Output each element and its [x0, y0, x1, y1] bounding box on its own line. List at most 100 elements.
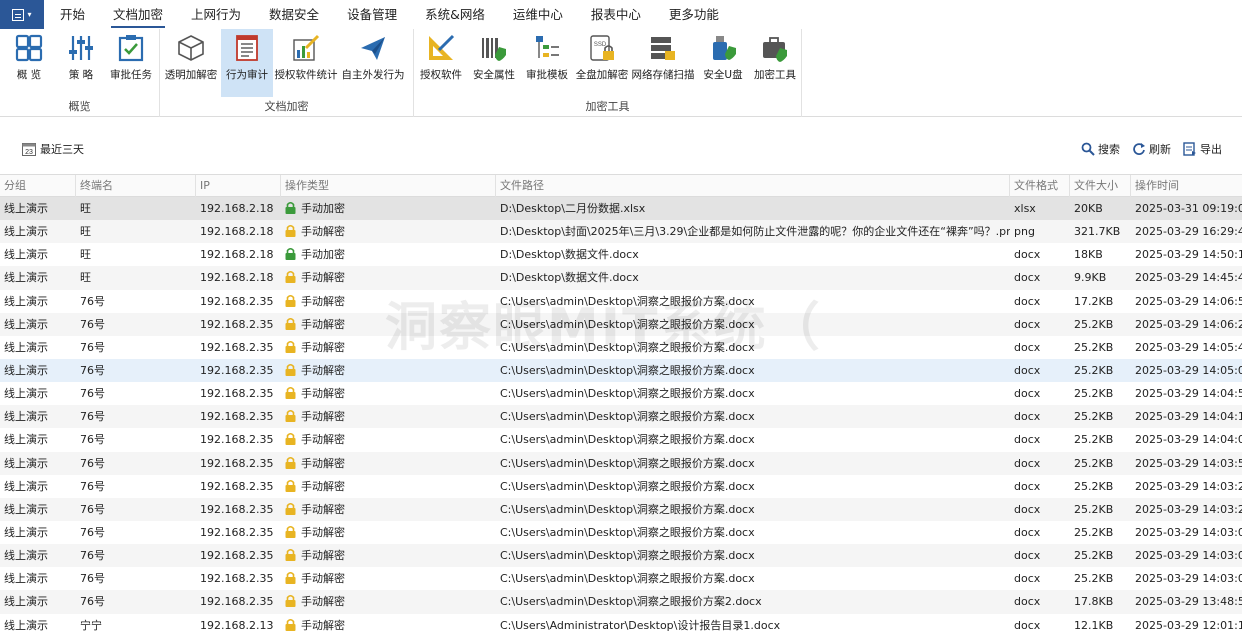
export-button[interactable]: 导出 [1183, 141, 1222, 157]
column-header[interactable]: 文件大小 [1070, 175, 1131, 197]
table-row[interactable]: 线上演示 旺 192.168.2.18 手动加密 D:\Desktop\二月份数据.xl… [0, 197, 1242, 221]
table-row[interactable]: 线上演示 旺 192.168.2.18 手动加密 D:\Desktop\数据文件.doc… [0, 243, 1242, 266]
operation-type: 手动解密 [301, 410, 345, 424]
table-row[interactable]: 线上演示 76号 192.168.2.35 手动解密 C:\Users\admin\De… [0, 336, 1242, 359]
search-button[interactable]: 搜索 [1081, 141, 1120, 157]
table-cell-terminal: 旺 [80, 225, 91, 239]
ribbon-button[interactable]: SSD 全盘加解密 [574, 29, 630, 97]
ribbon-button[interactable]: 安全U盘 [702, 29, 744, 97]
menu-item[interactable]: 文档加密 [99, 0, 177, 29]
table-row[interactable]: 线上演示 76号 192.168.2.35 手动解密 C:\Users\admin\De… [0, 544, 1242, 568]
table-row[interactable]: 线上演示 宁宁 192.168.2.13 手动解密 C:\Users\Administr… [0, 614, 1242, 637]
column-header[interactable]: 分组 [0, 175, 76, 197]
calendar-icon: 23 [22, 143, 36, 156]
table-cell-path: C:\Users\admin\Desktop\洞察之眼报价方案.docx [500, 456, 755, 470]
table-cell-terminal: 76号 [80, 387, 105, 401]
table-row[interactable]: 线上演示 76号 192.168.2.35 手动解密 C:\Users\admin\De… [0, 567, 1242, 590]
menu-item[interactable]: 系统&网络 [411, 0, 499, 29]
menu-item[interactable]: 运维中心 [499, 0, 577, 29]
ribbon-button[interactable]: 安全属性 [471, 29, 517, 97]
ribbon-button-label: 审批任务 [110, 69, 152, 81]
table-cell-op: 手动解密 [281, 590, 496, 613]
svg-text:23: 23 [25, 149, 33, 156]
ribbon-button[interactable]: 概 览 [12, 29, 46, 97]
table-cell-group: 线上演示 [4, 549, 48, 563]
column-header[interactable]: 操作类型 [281, 175, 496, 197]
table-cell-group: 线上演示 [4, 248, 48, 262]
ribbon-button[interactable]: 网络存储扫描 [631, 29, 695, 97]
column-header[interactable]: 终端名 [76, 175, 196, 197]
date-filter-label: 最近三天 [40, 143, 84, 156]
ribbon-button[interactable]: 授权软件 [419, 29, 463, 97]
table-cell-path: C:\Users\admin\Desktop\洞察之眼报价方案.docx [500, 479, 755, 493]
search-icon [1081, 142, 1095, 156]
menu-item[interactable]: 上网行为 [177, 0, 255, 29]
grid-icon [14, 33, 44, 63]
table-cell-time: 2025-03-29 14:03:09 [1135, 525, 1242, 539]
table-row[interactable]: 线上演示 76号 192.168.2.35 手动解密 C:\Users\admin\De… [0, 475, 1242, 498]
ribbon-button[interactable]: 授权软件统计 [274, 29, 338, 97]
operation-type: 手动解密 [301, 525, 345, 539]
column-header[interactable]: 操作时间 [1131, 175, 1242, 197]
table-cell-path: C:\Users\admin\Desktop\洞察之眼报价方案.docx [500, 502, 755, 516]
table-row[interactable]: 线上演示 旺 192.168.2.18 手动解密 D:\Desktop\封面\2025年… [0, 220, 1242, 244]
ribbon-button[interactable]: 加密工具 [752, 29, 798, 97]
table-row[interactable]: 线上演示 76号 192.168.2.35 手动解密 C:\Users\admin\De… [0, 521, 1242, 544]
table-cell-ip: 192.168.2.35 [200, 479, 274, 493]
ribbon-button-label: 网络存储扫描 [631, 69, 695, 81]
cube-icon [176, 33, 206, 63]
table-cell-path: C:\Users\admin\Desktop\洞察之眼报价方案.docx [500, 433, 755, 447]
menu-item[interactable]: 开始 [46, 0, 99, 29]
menu-item[interactable]: 报表中心 [577, 0, 655, 29]
table-row[interactable]: 线上演示 76号 192.168.2.35 手动解密 C:\Users\admin\De… [0, 451, 1242, 475]
date-filter-button[interactable]: 23 最近三天 [22, 141, 84, 157]
table-cell-path: D:\Desktop\二月份数据.xlsx [500, 202, 646, 215]
operation-type: 手动解密 [301, 549, 345, 563]
ribbon-button[interactable]: 审批模板 [524, 29, 570, 97]
table-cell-size: 17.2KB [1074, 294, 1114, 308]
ribbon-button[interactable]: 审批任务 [106, 29, 156, 97]
menu-item[interactable]: 更多功能 [655, 0, 733, 29]
ribbon-button[interactable]: 策 略 [64, 29, 98, 97]
table-row[interactable]: 线上演示 76号 192.168.2.35 手动解密 C:\Users\admin\De… [0, 382, 1242, 405]
table-row[interactable]: 线上演示 旺 192.168.2.18 手动解密 D:\Desktop\数据文件.doc… [0, 266, 1242, 290]
export-label: 导出 [1200, 143, 1222, 156]
table-cell-fmt: docx [1014, 363, 1041, 377]
app-menu-button[interactable]: ▾ [0, 0, 44, 29]
table-cell-size: 20KB [1074, 202, 1103, 215]
table-cell-time: 2025-03-29 13:48:56 [1135, 595, 1242, 609]
ribbon-button-label: 授权软件统计 [274, 69, 338, 81]
table-row[interactable]: 线上演示 76号 192.168.2.35 手动解密 C:\Users\admin\De… [0, 497, 1242, 521]
table-row[interactable]: 线上演示 76号 192.168.2.35 手动解密 C:\Users\admin\De… [0, 428, 1242, 451]
table-cell-path: C:\Users\admin\Desktop\洞察之眼报价方案.docx [500, 317, 755, 331]
table-cell-group: 线上演示 [4, 433, 48, 447]
operation-type: 手动解密 [301, 294, 345, 308]
table-cell-ip: 192.168.2.35 [200, 317, 274, 331]
table-row[interactable]: 线上演示 76号 192.168.2.35 手动解密 C:\Users\admin\De… [0, 358, 1242, 383]
table-cell-terminal: 旺 [80, 202, 91, 215]
refresh-button[interactable]: 刷新 [1132, 141, 1171, 157]
table-row[interactable]: 线上演示 76号 192.168.2.35 手动解密 C:\Users\admin\De… [0, 590, 1242, 614]
table-cell-fmt: docx [1014, 387, 1041, 401]
table-row[interactable]: 线上演示 76号 192.168.2.35 手动解密 C:\Users\admin\De… [0, 312, 1242, 336]
operation-type: 手动解密 [301, 502, 345, 516]
column-header[interactable]: 文件格式 [1010, 175, 1070, 197]
column-header[interactable]: 文件路径 [496, 175, 1010, 197]
table-cell-op: 手动解密 [281, 475, 496, 498]
ribbon-button[interactable]: 自主外发行为 [342, 29, 405, 97]
column-header[interactable]: IP [196, 175, 281, 197]
table-row[interactable]: 线上演示 76号 192.168.2.35 手动解密 C:\Users\admin\De… [0, 290, 1242, 313]
ribbon-button[interactable]: 行为审计 [221, 29, 273, 97]
search-label: 搜索 [1098, 143, 1120, 156]
ribbon-button[interactable]: 透明加解密 [165, 29, 217, 97]
table-row[interactable]: 线上演示 76号 192.168.2.35 手动解密 C:\Users\admin\De… [0, 405, 1242, 429]
table-cell-ip: 192.168.2.13 [200, 618, 274, 632]
table-cell-terminal: 76号 [80, 317, 105, 331]
menu-item[interactable]: 设备管理 [333, 0, 411, 29]
operation-type: 手动解密 [301, 572, 345, 586]
table-cell-time: 2025-03-29 14:50:11 [1135, 248, 1242, 262]
table-cell-size: 25.2KB [1074, 340, 1114, 354]
menu-item[interactable]: 数据安全 [255, 0, 333, 29]
ruler-pen-icon [426, 33, 456, 63]
table-cell-fmt: docx [1014, 502, 1041, 516]
